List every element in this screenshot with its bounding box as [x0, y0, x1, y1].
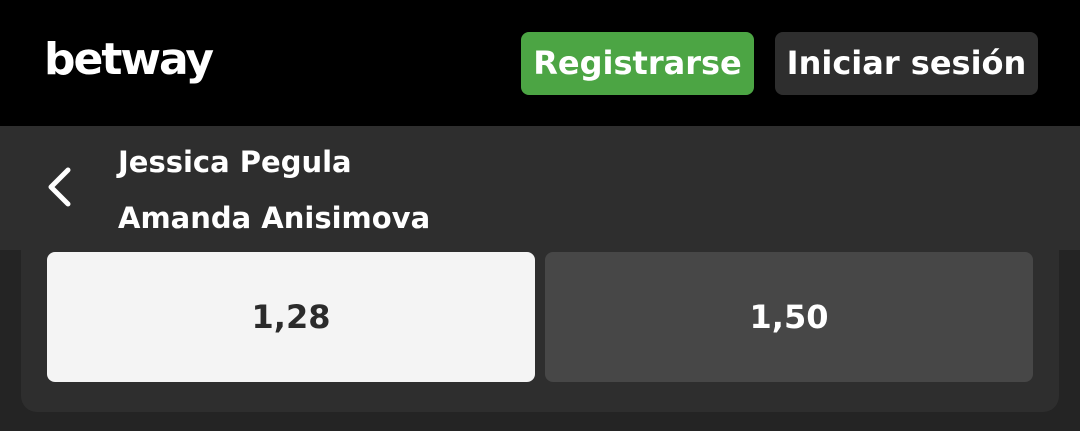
chevron-left-icon[interactable] — [34, 162, 84, 212]
odds-button-home[interactable]: 1,28 — [47, 252, 535, 382]
market-card: 1,28 1,50 — [21, 250, 1059, 412]
odds-button-away[interactable]: 1,50 — [545, 252, 1033, 382]
player-name-home: Jessica Pegula — [118, 145, 352, 179]
top-bar: betway Registrarse Iniciar sesión — [0, 0, 1080, 126]
match-header: Jessica Pegula Amanda Anisimova — [0, 126, 1080, 250]
register-button[interactable]: Registrarse — [521, 32, 754, 95]
player-name-away: Amanda Anisimova — [118, 201, 431, 235]
login-button[interactable]: Iniciar sesión — [775, 32, 1038, 95]
betway-logo[interactable]: betway — [44, 32, 214, 88]
